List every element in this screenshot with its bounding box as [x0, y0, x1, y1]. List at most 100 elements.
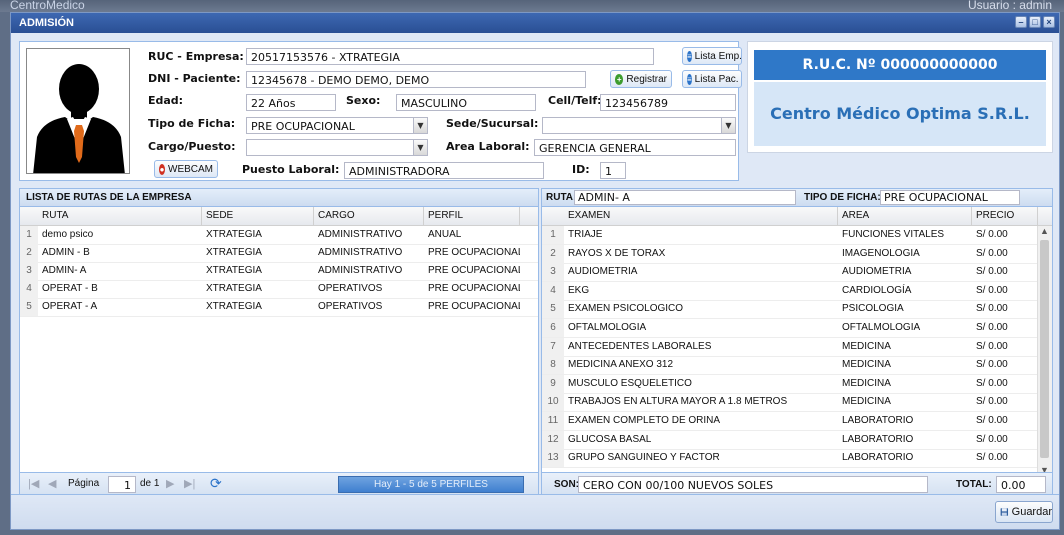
- tipo-ficha-grid-field[interactable]: PRE OCUPACIONAL: [880, 190, 1020, 205]
- examenes-scrollbar[interactable]: ▲ ▼: [1037, 226, 1052, 475]
- table-cell: TRABAJOS EN ALTURA MAYOR A 1.8 METROS: [568, 396, 788, 408]
- chevron-up-icon[interactable]: ▲: [1040, 226, 1049, 236]
- row-number: 6: [542, 319, 564, 337]
- list-icon: ≡: [687, 50, 692, 62]
- webcam-label: WEBCAM: [168, 163, 213, 175]
- prev-page-icon[interactable]: ◀: [48, 477, 56, 490]
- table-row[interactable]: 11 EXAMEN COMPLETO DE ORINA LABORATORIO S/ …: [542, 412, 1038, 431]
- column-header-cargo[interactable]: CARGO: [314, 207, 424, 225]
- cargo-select[interactable]: ▼: [246, 139, 428, 156]
- minimize-button[interactable]: –: [1015, 16, 1027, 28]
- table-row[interactable]: 8 MEDICINA ANEXO 312 MEDICINA S/ 0.00: [542, 356, 1038, 376]
- table-cell: OFTALMOLOGIA: [568, 322, 647, 333]
- ruc-panel: R.U.C. Nº 000000000000 Centro Médico Opt…: [747, 41, 1053, 153]
- rutas-grid: LISTA DE RUTAS DE LA EMPRESA RUTA SEDE C…: [19, 188, 539, 498]
- page-label: Página: [68, 478, 100, 489]
- table-cell: S/ 0.00: [976, 229, 1008, 240]
- row-number: 4: [542, 281, 564, 300]
- table-cell: MEDICINA: [842, 359, 891, 371]
- last-page-icon[interactable]: ▶|: [184, 477, 195, 490]
- row-number: 5: [20, 298, 38, 316]
- row-number: 2: [542, 244, 564, 263]
- lista-pac-button[interactable]: ≡ Lista Pac.: [682, 70, 742, 88]
- table-cell: ANTECEDENTES LABORALES: [568, 340, 712, 352]
- guardar-button[interactable]: Guardar: [995, 501, 1053, 523]
- table-cell: ADMINISTRATIVO: [318, 229, 403, 240]
- column-header-precio[interactable]: PRECIO: [972, 207, 1038, 225]
- desktop-background: CentroMedico Usuario : admin: [0, 0, 1064, 12]
- examenes-grid-header: EXAMEN AREA PRECIO: [542, 207, 1052, 226]
- table-row[interactable]: 6 OFTALMOLOGIA OFTALMOLOGIA S/ 0.00: [542, 319, 1038, 338]
- table-row[interactable]: 13 GRUPO SANGUINEO Y FACTOR LABORATORIO S/ …: [542, 449, 1038, 469]
- total-field[interactable]: 0.00: [996, 476, 1046, 493]
- table-row[interactable]: 2 RAYOS X DE TORAX IMAGENOLOGIA S/ 0.00: [542, 244, 1038, 264]
- table-cell: ANUAL: [428, 229, 462, 240]
- area-field[interactable]: GERENCIA GENERAL: [534, 139, 736, 156]
- refresh-icon[interactable]: ⟳: [210, 475, 222, 492]
- dni-paciente-field[interactable]: 12345678 - DEMO DEMO, DEMO: [246, 71, 586, 88]
- table-cell: XTRATEGIA: [206, 301, 262, 312]
- table-row[interactable]: 9 MUSCULO ESQUELETICO MEDICINA S/ 0.00: [542, 374, 1038, 394]
- cell-field[interactable]: 123456789: [600, 94, 736, 111]
- puesto-field[interactable]: ADMINISTRADORA: [344, 162, 544, 179]
- table-cell: PRE OCUPACIONAL: [428, 301, 520, 312]
- column-header-examen[interactable]: EXAMEN: [564, 207, 838, 225]
- scrollbar-thumb[interactable]: [1040, 240, 1049, 458]
- table-cell: IMAGENOLOGIA: [842, 247, 920, 259]
- table-row[interactable]: 1 demo psico XTRATEGIA ADMINISTRATIVO ANUAL: [20, 226, 538, 245]
- table-cell: S/ 0.00: [976, 359, 1008, 371]
- table-row[interactable]: 1 TRIAJE FUNCIONES VITALES S/ 0.00: [542, 226, 1038, 245]
- table-row[interactable]: 5 EXAMEN PSICOLOGICO PSICOLOGIA S/ 0.00: [542, 300, 1038, 320]
- sexo-field[interactable]: MASCULINO: [396, 94, 536, 111]
- lista-emp-button[interactable]: ≡ Lista Emp.: [682, 47, 742, 65]
- table-cell: TRIAJE: [568, 229, 603, 240]
- chevron-down-icon[interactable]: ▼: [413, 140, 427, 155]
- table-row[interactable]: 3 ADMIN- A XTRATEGIA ADMINISTRATIVO PRE OCUP…: [20, 262, 538, 281]
- registrar-button[interactable]: + Registrar: [610, 70, 672, 88]
- sede-select[interactable]: ▼: [542, 117, 736, 134]
- page-number-input[interactable]: 1: [108, 476, 136, 493]
- list-icon: ≡: [687, 73, 692, 85]
- table-row[interactable]: 7 ANTECEDENTES LABORALES MEDICINA S/ 0.00: [542, 337, 1038, 357]
- add-icon: +: [615, 73, 624, 85]
- webcam-button[interactable]: ● WEBCAM: [154, 160, 218, 178]
- next-page-icon[interactable]: ▶: [166, 477, 174, 490]
- maximize-button[interactable]: □: [1029, 16, 1041, 28]
- ruta-label: RUTA:: [546, 192, 577, 203]
- table-row[interactable]: 10 TRABAJOS EN ALTURA MAYOR A 1.8 METROS M…: [542, 393, 1038, 413]
- patient-photo: [26, 48, 130, 174]
- first-page-icon[interactable]: |◀: [28, 477, 39, 490]
- chevron-down-icon[interactable]: ▼: [721, 118, 735, 133]
- id-field[interactable]: 1: [600, 162, 626, 179]
- table-row[interactable]: 4 OPERAT - B XTRATEGIA OPERATIVOS PRE OCUPAC…: [20, 280, 538, 299]
- table-cell: S/ 0.00: [976, 247, 1008, 259]
- table-row[interactable]: 5 OPERAT - A XTRATEGIA OPERATIVOS PRE OCUPAC…: [20, 298, 538, 317]
- table-cell: S/ 0.00: [976, 377, 1008, 389]
- table-cell: OPERATIVOS: [318, 301, 383, 312]
- close-button[interactable]: ×: [1043, 16, 1055, 28]
- table-cell: FUNCIONES VITALES: [842, 229, 945, 240]
- ruta-field[interactable]: ADMIN- A: [574, 190, 796, 205]
- table-row[interactable]: 12 GLUCOSA BASAL LABORATORIO S/ 0.00: [542, 430, 1038, 450]
- table-cell: RAYOS X DE TORAX: [568, 247, 666, 259]
- table-cell: LABORATORIO: [842, 452, 914, 464]
- ruc-empresa-field[interactable]: 20517153576 - XTRATEGIA: [246, 48, 654, 65]
- column-header-area[interactable]: AREA: [838, 207, 972, 225]
- lista-pac-label: Lista Pac.: [694, 73, 739, 85]
- page-count-label: de 1: [140, 478, 160, 489]
- son-field[interactable]: CERO CON 00/100 NUEVOS SOLES: [578, 476, 928, 493]
- table-row[interactable]: 3 AUDIOMETRIA AUDIOMETRIA S/ 0.00: [542, 263, 1038, 283]
- tipo-ficha-select[interactable]: PRE OCUPACIONAL ▼: [246, 117, 428, 134]
- column-header-sede[interactable]: SEDE: [202, 207, 314, 225]
- edad-field[interactable]: 22 Años: [246, 94, 336, 111]
- id-label: ID:: [572, 163, 590, 176]
- table-row[interactable]: 4 EKG CARDIOLOGÍA S/ 0.00: [542, 281, 1038, 301]
- table-cell: S/ 0.00: [976, 340, 1008, 352]
- chevron-down-icon[interactable]: ▼: [413, 118, 427, 133]
- table-cell: MEDICINA: [842, 377, 891, 389]
- column-header-ruta[interactable]: RUTA: [38, 207, 202, 225]
- column-header-perfil[interactable]: PERFIL: [424, 207, 520, 225]
- window-titlebar[interactable]: ADMISIÓN – □ ×: [11, 13, 1059, 33]
- table-row[interactable]: 2 ADMIN - B XTRATEGIA ADMINISTRATIVO PRE OCU…: [20, 244, 538, 263]
- table-cell: EKG: [568, 284, 590, 296]
